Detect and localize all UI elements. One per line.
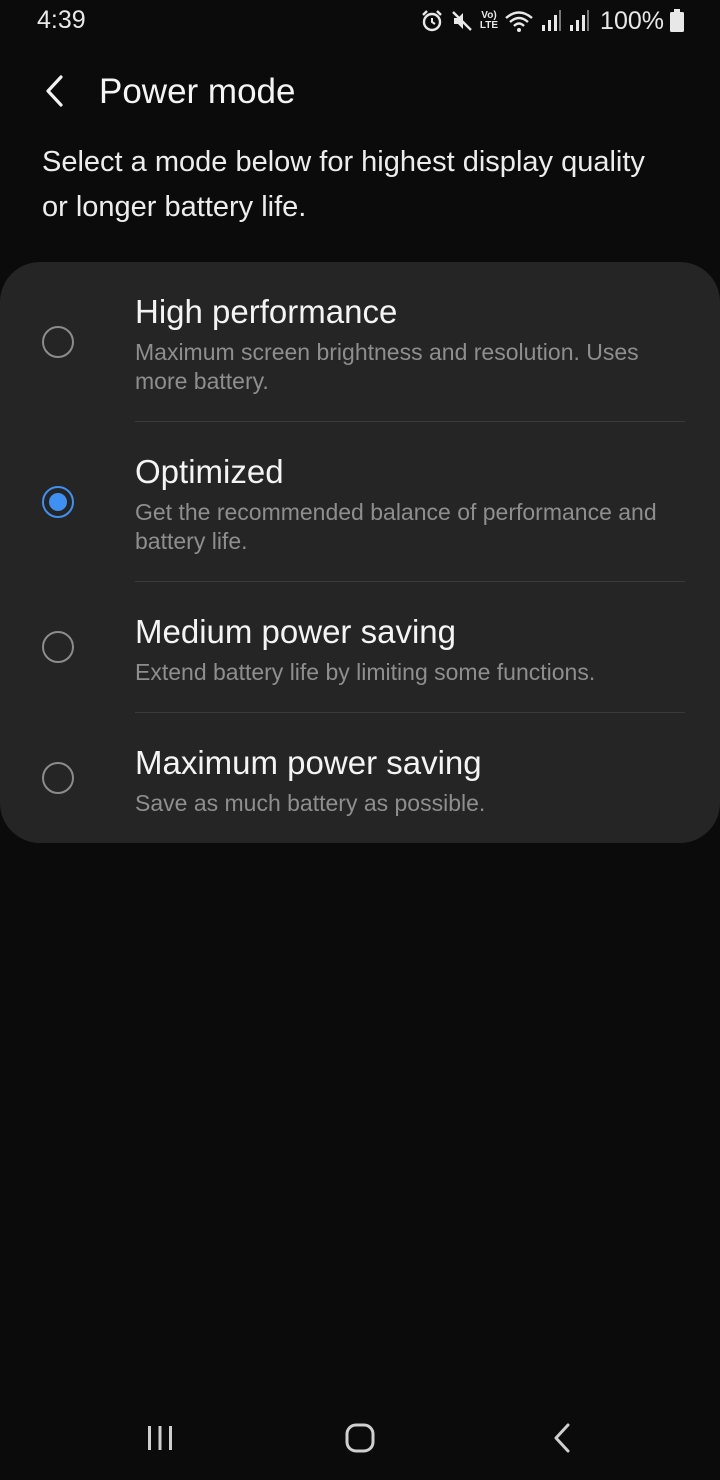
volte-icon: Vo) LTE	[480, 11, 498, 31]
app-header: Power mode	[0, 62, 720, 122]
option-high-performance[interactable]: High performance Maximum screen brightne…	[0, 262, 720, 422]
radio-high-performance[interactable]	[42, 326, 74, 358]
recents-icon	[145, 1424, 175, 1457]
recents-button[interactable]	[130, 1420, 190, 1460]
radio-medium-power-saving[interactable]	[42, 631, 74, 663]
back-icon	[551, 1422, 573, 1459]
chevron-left-icon	[43, 74, 67, 113]
signal-icon	[568, 9, 590, 33]
option-title: Medium power saving	[135, 613, 456, 650]
option-maximum-power-saving[interactable]: Maximum power saving Save as much batter…	[0, 713, 720, 843]
option-description: Extend battery life by limiting some fun…	[135, 659, 596, 685]
radio-maximum-power-saving[interactable]	[42, 762, 74, 794]
option-description: Maximum screen brightness and resolution…	[135, 339, 639, 394]
navigation-bar	[0, 1398, 720, 1480]
option-optimized[interactable]: Optimized Get the recommended balance of…	[0, 422, 720, 582]
status-time: 4:39	[37, 6, 86, 34]
option-title: Optimized	[135, 453, 284, 490]
signal-icon	[540, 9, 562, 33]
wifi-icon	[504, 9, 534, 33]
radio-selected-dot	[49, 493, 67, 511]
page-title: Power mode	[99, 72, 296, 111]
battery-icon	[670, 9, 684, 33]
home-button[interactable]	[330, 1420, 390, 1460]
option-description: Get the recommended balance of performan…	[135, 499, 657, 554]
status-icons: Vo) LTE 100%	[420, 6, 684, 36]
mute-icon	[450, 9, 474, 33]
home-icon	[344, 1422, 376, 1459]
power-mode-options-card: High performance Maximum screen brightne…	[0, 262, 720, 843]
radio-optimized[interactable]	[42, 486, 74, 518]
option-title: High performance	[135, 293, 398, 330]
option-title: Maximum power saving	[135, 744, 482, 781]
page-description: Select a mode below for highest display …	[42, 146, 645, 223]
status-bar: 4:39 Vo) LTE 100%	[0, 0, 720, 42]
battery-percent: 100%	[600, 6, 664, 35]
nav-back-button[interactable]	[532, 1420, 592, 1460]
volte-bottom-label: LTE	[479, 20, 499, 31]
alarm-icon	[420, 9, 444, 33]
back-button[interactable]	[30, 68, 80, 118]
option-description: Save as much battery as possible.	[135, 790, 486, 816]
option-medium-power-saving[interactable]: Medium power saving Extend battery life …	[0, 582, 720, 712]
